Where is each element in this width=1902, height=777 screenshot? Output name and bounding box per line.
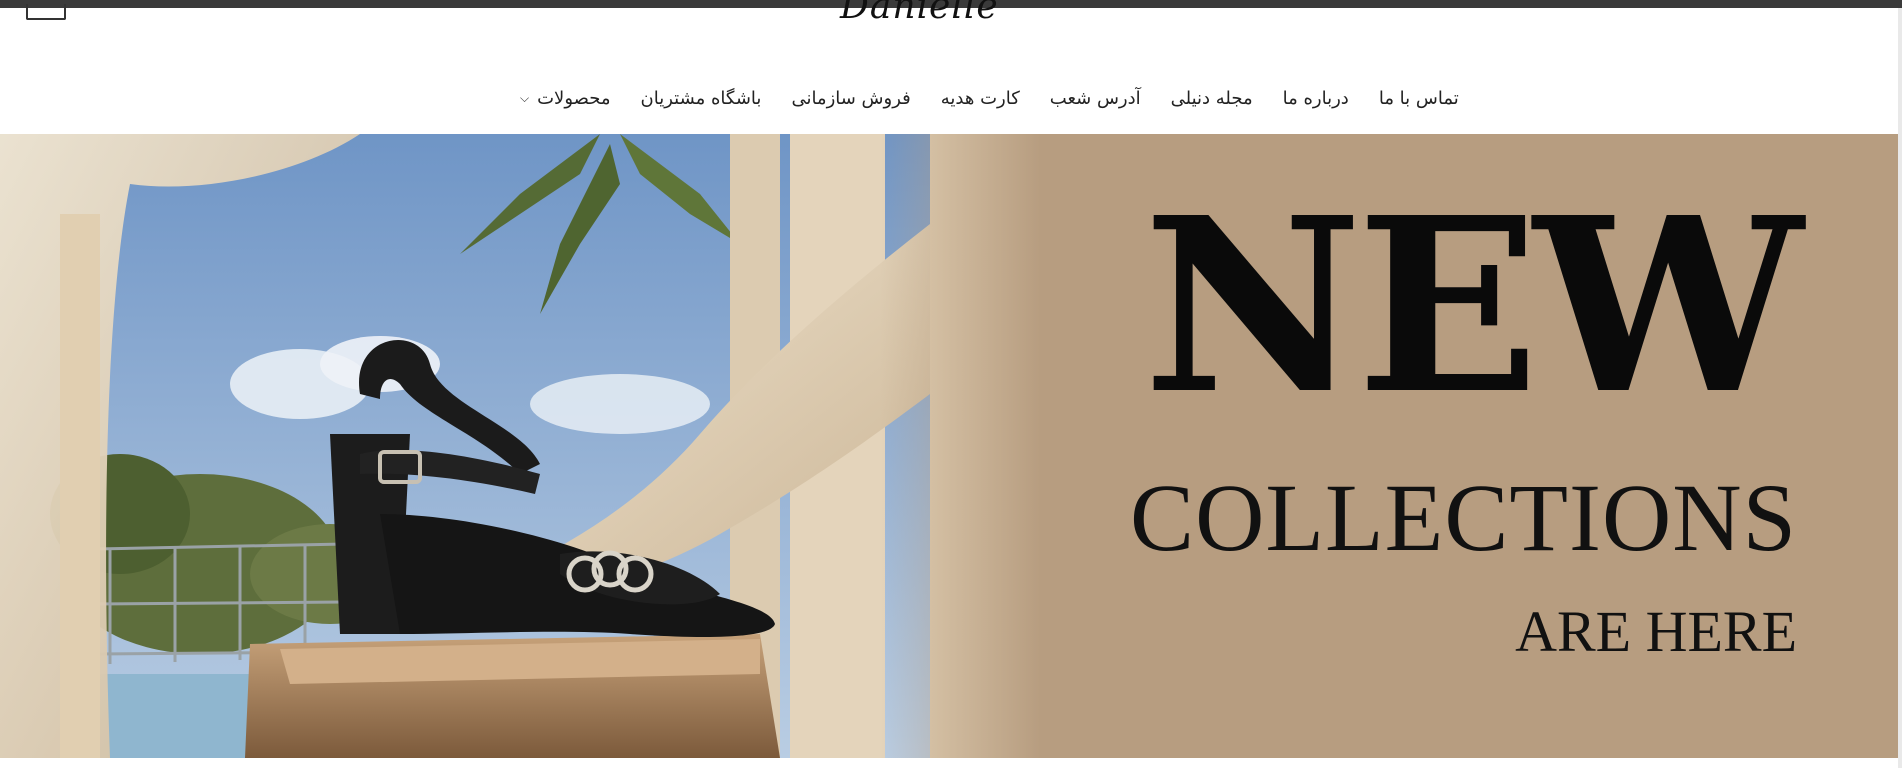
nav-item-corporate-sales[interactable]: فروش سازمانی xyxy=(791,88,910,109)
nav-item-label: فروش سازمانی xyxy=(791,87,911,109)
nav-list: محصولات ⌵ باشگاه مشتریان فروش سازمانی کا… xyxy=(520,62,1459,134)
nav-item-label: آدرس شعب xyxy=(1049,87,1141,109)
hero-text: NEW COLLECTIONS ARE HERE xyxy=(1097,134,1803,758)
hero-banner[interactable]: NEW COLLECTIONS ARE HERE xyxy=(0,134,1902,758)
nav-item-magazine[interactable]: مجله دنیلی xyxy=(1171,88,1253,109)
nav-item-contact[interactable]: تماس با ما xyxy=(1379,88,1459,109)
site-header: Danielle xyxy=(0,0,1902,63)
main-navigation: محصولات ⌵ باشگاه مشتریان فروش سازمانی کا… xyxy=(0,62,1902,134)
logo-text: Danielle xyxy=(840,0,999,27)
nav-item-customer-club[interactable]: باشگاه مشتریان xyxy=(641,88,762,109)
nav-item-gift-card[interactable]: کارت هدیه xyxy=(941,88,1020,109)
nav-item-label: درباره ما xyxy=(1282,87,1349,109)
nav-item-label: محصولات xyxy=(537,87,611,109)
nav-item-label: مجله دنیلی xyxy=(1170,87,1253,109)
logo[interactable]: Danielle xyxy=(840,0,1060,27)
hero-image xyxy=(0,134,1040,758)
nav-item-branches[interactable]: آدرس شعب xyxy=(1050,88,1141,109)
hero-title-are-here: ARE HERE xyxy=(1515,599,1797,664)
chevron-down-icon: ⌵ xyxy=(520,90,530,105)
nav-item-about[interactable]: درباره ما xyxy=(1283,88,1349,109)
nav-item-label: کارت هدیه xyxy=(940,87,1020,109)
hero-title-new: NEW xyxy=(1143,165,1803,447)
hamburger-menu-icon[interactable] xyxy=(26,4,66,20)
page-bottom-strip xyxy=(0,758,1902,777)
nav-item-products[interactable]: محصولات ⌵ xyxy=(520,88,611,109)
hero-title-collections: COLLECTIONS xyxy=(1130,464,1797,571)
nav-item-label: تماس با ما xyxy=(1378,87,1459,109)
nav-item-label: باشگاه مشتریان xyxy=(640,87,762,109)
scrollbar[interactable] xyxy=(1898,8,1902,768)
